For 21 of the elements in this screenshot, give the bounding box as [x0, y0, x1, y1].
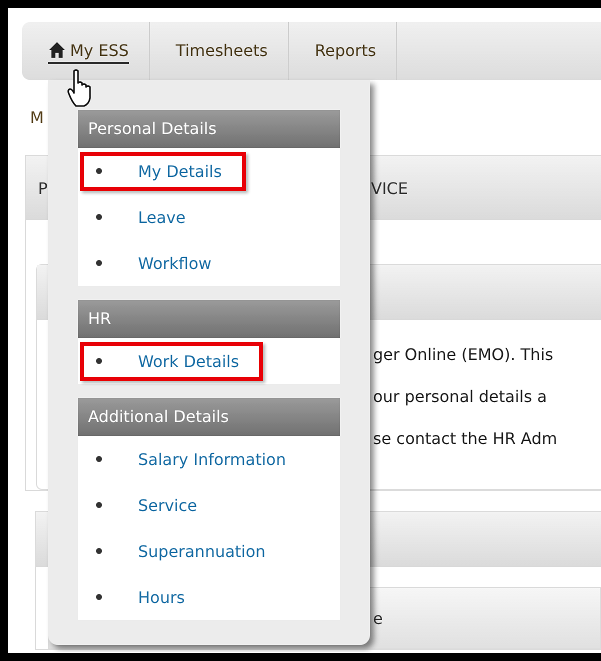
menu-item[interactable]: Leave: [80, 198, 210, 236]
menu-item[interactable]: Hours: [80, 578, 209, 616]
menu-item[interactable]: Superannuation: [80, 532, 290, 570]
menu-item[interactable]: Workflow: [80, 244, 236, 282]
body-text: se contact the HR Adm: [373, 429, 558, 450]
menu-item[interactable]: Work Details: [80, 342, 264, 380]
menu-item[interactable]: My Details: [80, 152, 246, 190]
section-header: Personal Details: [78, 110, 340, 148]
column-heading: e: [373, 608, 383, 628]
section-header: HR: [78, 300, 340, 338]
home-icon: [48, 41, 66, 59]
panel-title: P: [37, 178, 49, 198]
menu-item[interactable]: Salary Information: [80, 440, 310, 478]
body-text: ger Online (EMO). This: [373, 345, 554, 366]
body-text: our personal details a: [373, 387, 548, 408]
nav-tab[interactable]: My ESS: [48, 38, 129, 64]
panel-title: VICE: [371, 178, 409, 198]
nav-tab[interactable]: Timesheets: [176, 38, 268, 64]
section-header: Additional Details: [78, 398, 340, 436]
menu-item[interactable]: Service: [80, 486, 222, 524]
nav-tab[interactable]: Reports: [314, 38, 376, 64]
